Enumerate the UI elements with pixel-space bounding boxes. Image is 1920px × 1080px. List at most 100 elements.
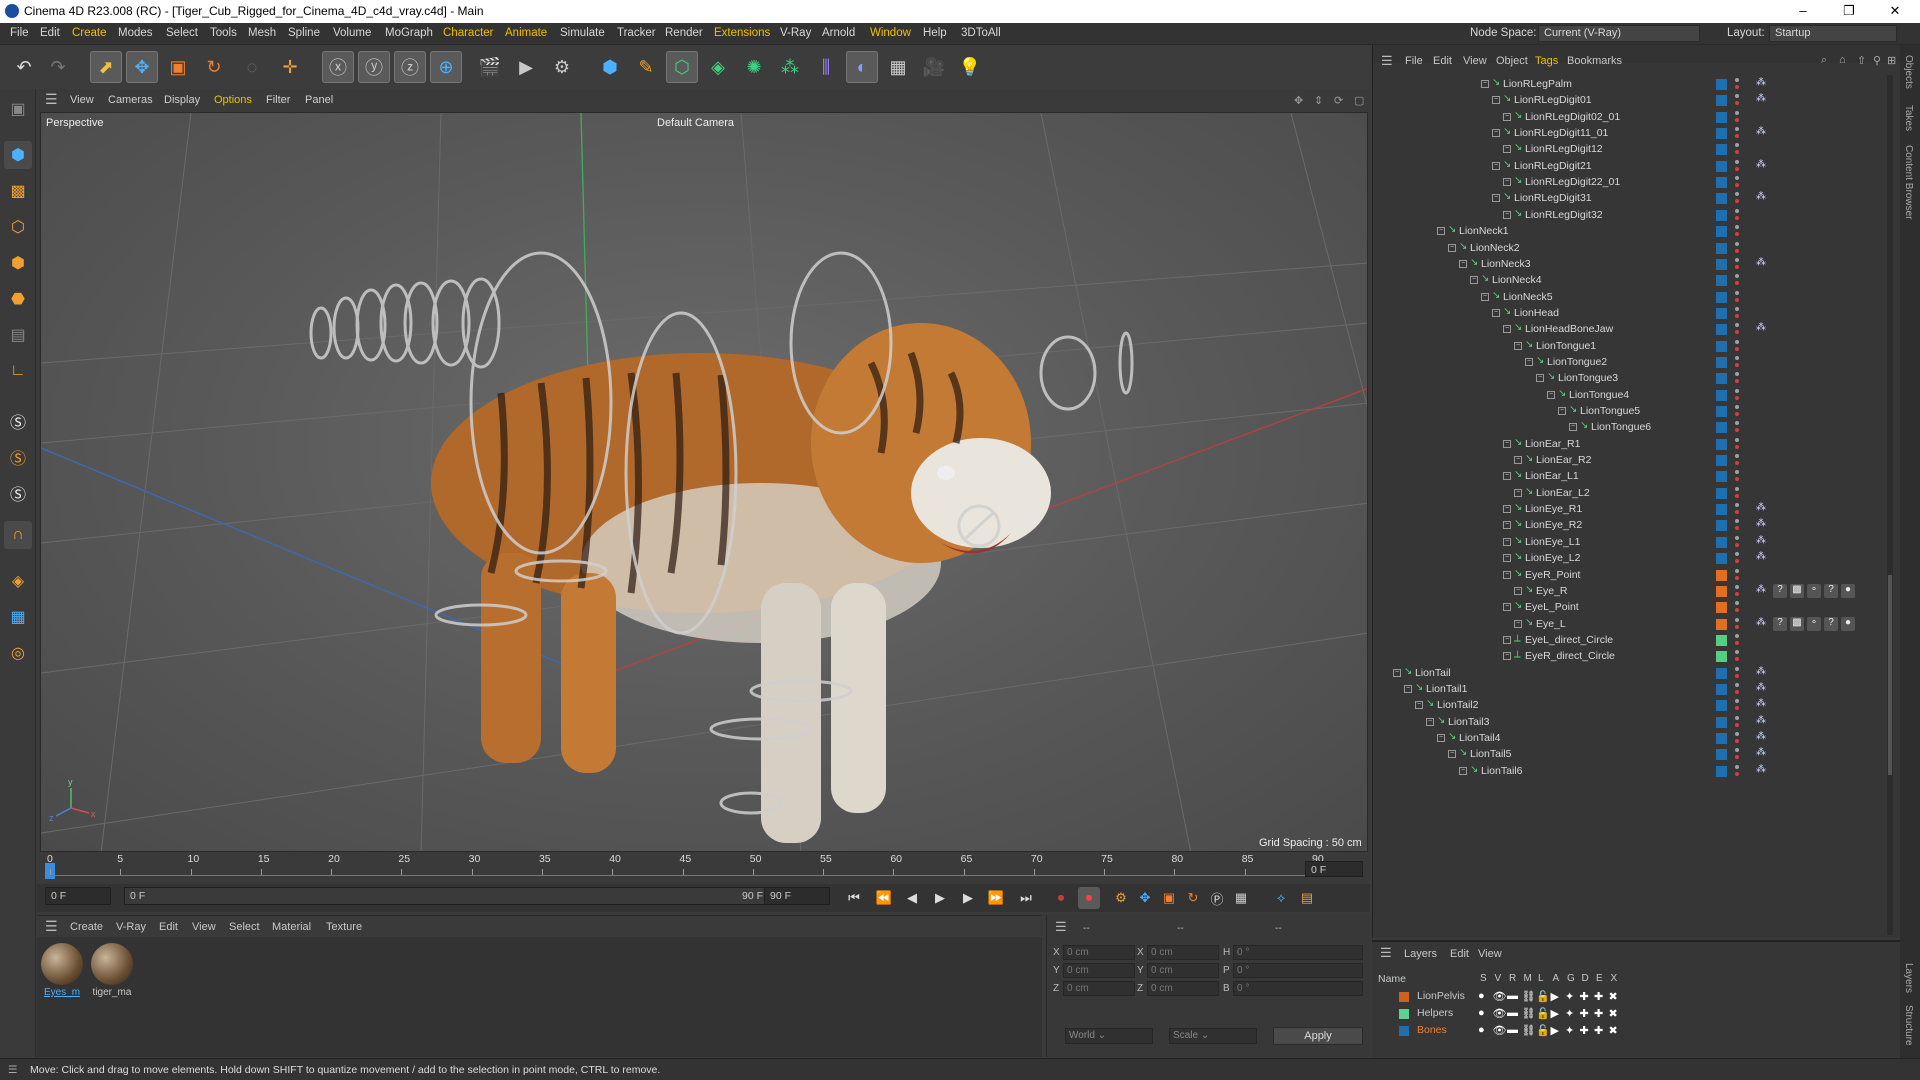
render-visibility-dot[interactable]	[1735, 232, 1739, 237]
rotate-tool-icon[interactable]: ↻	[198, 51, 230, 83]
tab-content-browser[interactable]: Content Browser	[1903, 145, 1914, 219]
layer-toggle-icon[interactable]: ●	[1478, 1024, 1485, 1036]
point-level-key-icon[interactable]: ▦	[1230, 887, 1252, 909]
layout-dropdown[interactable]: Startup	[1769, 25, 1897, 42]
weight-tag-icon[interactable]: ⁂	[1756, 584, 1770, 598]
mat-menu-create[interactable]: Create	[70, 921, 103, 933]
layer-toggle-icon[interactable]: ✦	[1565, 1024, 1574, 1037]
layer-color-swatch[interactable]	[1716, 389, 1727, 401]
layer-color-swatch[interactable]	[1716, 79, 1727, 90]
expand-toggle-icon[interactable]: −	[1514, 586, 1522, 595]
weight-tag-icon[interactable]: ⁂	[1756, 518, 1770, 532]
coord-value-field[interactable]: 0 cm	[1063, 981, 1135, 996]
layer-color-swatch[interactable]	[1716, 471, 1727, 483]
layer-column-header[interactable]: R	[1509, 973, 1516, 984]
weight-tag-icon[interactable]: ⁂	[1756, 698, 1770, 712]
weight-tag-icon[interactable]: ⁂	[1756, 551, 1770, 565]
y-axis-lock-icon[interactable]: ⓨ	[358, 51, 390, 83]
home-icon[interactable]: ⌂	[1839, 54, 1846, 66]
redo-icon[interactable]: ↷	[42, 51, 74, 83]
render-visibility-dot[interactable]	[1735, 313, 1739, 318]
layer-color-swatch[interactable]	[1716, 209, 1727, 221]
layer-toggle-icon[interactable]: 👁	[1493, 1007, 1507, 1020]
render-visibility-dot[interactable]	[1735, 493, 1739, 498]
render-visibility-dot[interactable]	[1735, 771, 1739, 776]
expand-toggle-icon[interactable]: −	[1514, 619, 1522, 628]
layer-toggle-icon[interactable]: ▬	[1507, 990, 1518, 1002]
editor-visibility-dot[interactable]	[1735, 306, 1739, 311]
menu-mograph[interactable]: MoGraph	[385, 27, 433, 39]
axis-mode-icon[interactable]: ∟	[4, 357, 32, 385]
expand-toggle-icon[interactable]: −	[1503, 472, 1511, 481]
texture-mode-icon[interactable]: ▩	[4, 177, 32, 205]
restore-button[interactable]: ❐	[1826, 0, 1872, 23]
menu-help[interactable]: Help	[923, 27, 947, 39]
editor-visibility-dot[interactable]	[1735, 94, 1739, 99]
editor-visibility-dot[interactable]	[1735, 388, 1739, 393]
expand-toggle-icon[interactable]: −	[1536, 374, 1544, 383]
prev-key-icon[interactable]: ⏪	[873, 887, 895, 909]
camera-object-icon[interactable]: 🎥	[918, 51, 950, 83]
z-axis-lock-icon[interactable]: ⓩ	[394, 51, 426, 83]
menu-spline[interactable]: Spline	[288, 27, 320, 39]
layers-menu-layers[interactable]: Layers	[1404, 948, 1437, 960]
render-visibility-dot[interactable]	[1735, 183, 1739, 188]
viewport-menu-display[interactable]: Display	[164, 94, 200, 106]
x-axis-lock-icon[interactable]: ⓧ	[322, 51, 354, 83]
expand-toggle-icon[interactable]: −	[1503, 439, 1511, 448]
expand-toggle-icon[interactable]: −	[1503, 570, 1511, 579]
layer-column-header[interactable]: M	[1524, 973, 1532, 984]
layer-color-swatch[interactable]	[1716, 291, 1727, 303]
obj-menu-object[interactable]: Object	[1496, 55, 1528, 67]
layer-toggle-icon[interactable]: 🔓	[1536, 1007, 1550, 1020]
timeline-window-icon[interactable]: ▤	[1296, 887, 1318, 909]
layer-toggle-icon[interactable]: ⛓	[1522, 1024, 1536, 1037]
editor-visibility-dot[interactable]	[1735, 568, 1739, 573]
render-visibility-dot[interactable]	[1735, 477, 1739, 482]
render-visibility-dot[interactable]	[1735, 722, 1739, 727]
minimize-button[interactable]: –	[1780, 0, 1826, 23]
coord-value-field[interactable]: 0 cm	[1147, 945, 1219, 960]
layer-color-swatch[interactable]	[1716, 520, 1727, 532]
layer-toggle-icon[interactable]: ●	[1478, 1007, 1485, 1019]
render-visibility-dot[interactable]	[1735, 640, 1739, 645]
material-tag-icon[interactable]: ?	[1824, 616, 1838, 631]
expand-toggle-icon[interactable]: −	[1503, 537, 1511, 546]
deformer-icon[interactable]: ⫼	[810, 51, 842, 83]
workplane-icon[interactable]: ◈	[4, 567, 32, 595]
menu-tools[interactable]: Tools	[210, 27, 237, 39]
editor-visibility-dot[interactable]	[1735, 257, 1739, 262]
expand-toggle-icon[interactable]: −	[1481, 292, 1489, 301]
material-tag-icon[interactable]: ?	[1773, 583, 1787, 598]
uv-mode-icon[interactable]: ▤	[4, 321, 32, 349]
editor-visibility-dot[interactable]	[1735, 339, 1739, 344]
viewport-hamburger-icon[interactable]: ☰	[45, 91, 58, 108]
material-tag-icon[interactable]: ?	[1824, 583, 1838, 598]
mat-menu-select[interactable]: Select	[229, 921, 260, 933]
layer-color-swatch[interactable]	[1716, 602, 1727, 614]
layers-menu-edit[interactable]: Edit	[1450, 948, 1469, 960]
editor-visibility-dot[interactable]	[1735, 274, 1739, 279]
layer-toggle-icon[interactable]: ✖	[1609, 1024, 1618, 1037]
render-visibility-dot[interactable]	[1735, 706, 1739, 711]
material-tag-icon[interactable]: ?	[1773, 616, 1787, 631]
layer-color-swatch[interactable]	[1716, 651, 1727, 663]
layer-color-swatch[interactable]	[1716, 422, 1727, 434]
editor-visibility-dot[interactable]	[1735, 241, 1739, 246]
layer-toggle-icon[interactable]: ⛓	[1522, 990, 1536, 1003]
layer-color-swatch[interactable]	[1716, 226, 1727, 238]
layer-color-swatch[interactable]	[1716, 128, 1727, 140]
expand-toggle-icon[interactable]: −	[1569, 423, 1577, 432]
scale-tool-icon[interactable]: ▣	[162, 51, 194, 83]
material-swatch[interactable]: Eyes_m	[39, 943, 85, 998]
viewport-nav-zoom-icon[interactable]: ⇕	[1314, 94, 1323, 107]
weight-tag-icon[interactable]: ⁂	[1756, 617, 1770, 631]
layer-color-swatch[interactable]	[1716, 749, 1727, 761]
editor-visibility-dot[interactable]	[1735, 601, 1739, 606]
editor-visibility-dot[interactable]	[1735, 355, 1739, 360]
layer-color-swatch[interactable]	[1716, 307, 1727, 319]
render-visibility-dot[interactable]	[1735, 101, 1739, 106]
editor-visibility-dot[interactable]	[1735, 110, 1739, 115]
layer-toggle-icon[interactable]: ▶	[1551, 990, 1559, 1003]
layer-color-swatch[interactable]	[1716, 585, 1727, 597]
